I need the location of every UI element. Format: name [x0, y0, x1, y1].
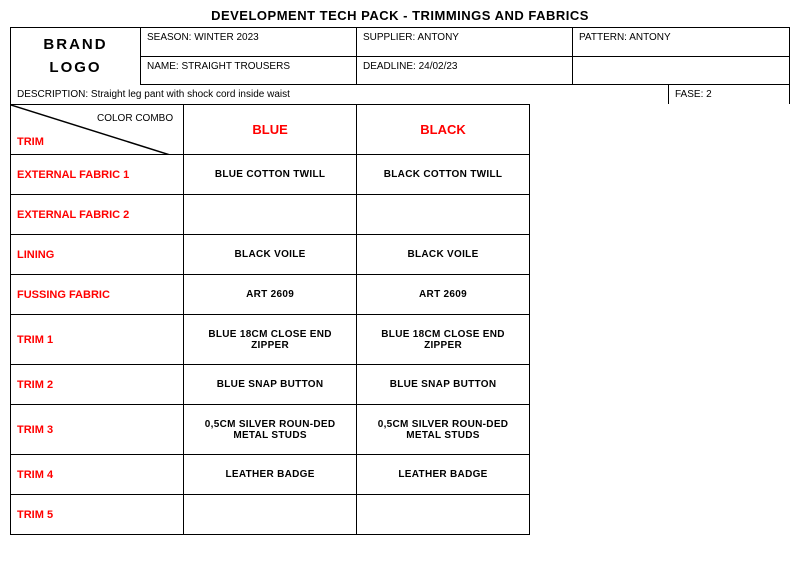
row-label-7: TRIM 4 [11, 455, 184, 495]
description-row: DESCRIPTION: Straight leg pant with shoc… [10, 85, 790, 104]
row-4-col-0: BLUE 18CM CLOSE END ZIPPER [184, 315, 357, 365]
col-header-blue: BLUE [184, 105, 357, 155]
pattern-cell: PATTERN: ANTONY [573, 28, 789, 57]
trim-label: TRIM [17, 136, 44, 148]
brand-logo: BRAND LOGO [11, 28, 141, 85]
name-cell: NAME: STRAIGHT TROUSERS [141, 57, 357, 86]
color-combo-label: COLOR COMBO [97, 113, 173, 124]
row-label-6: TRIM 3 [11, 405, 184, 455]
row-label-5: TRIM 2 [11, 365, 184, 405]
table-row: TRIM 1 BLUE 18CM CLOSE END ZIPPER BLUE 1… [11, 315, 530, 365]
row-7-col-0: LEATHER BADGE [184, 455, 357, 495]
description-cell: DESCRIPTION: Straight leg pant with shoc… [11, 85, 669, 104]
season-cell: SEASON: WINTER 2023 [141, 28, 357, 57]
table-row: TRIM 3 0,5CM SILVER ROUN-DED METAL STUDS… [11, 405, 530, 455]
row-label-3: FUSSING FABRIC [11, 275, 184, 315]
row-label-0: EXTERNAL FABRIC 1 [11, 155, 184, 195]
row-label-4: TRIM 1 [11, 315, 184, 365]
row-8-col-0 [184, 495, 357, 535]
row-1-col-0 [184, 195, 357, 235]
table-row: TRIM 4 LEATHER BADGE LEATHER BADGE [11, 455, 530, 495]
header-grid: BRAND LOGO SEASON: WINTER 2023 SUPPLIER:… [10, 27, 790, 85]
supplier-cell: SUPPLIER: ANTONY [357, 28, 573, 57]
row-8-col-1 [357, 495, 530, 535]
row-5-col-0: BLUE SNAP BUTTON [184, 365, 357, 405]
col-header-black: BLACK [357, 105, 530, 155]
row-label-1: EXTERNAL FABRIC 2 [11, 195, 184, 235]
table-header-row: COLOR COMBO TRIM BLUE BLACK [11, 105, 530, 155]
row-4-col-1: BLUE 18CM CLOSE END ZIPPER [357, 315, 530, 365]
deadline-cell: DEADLINE: 24/02/23 [357, 57, 573, 86]
row-label-8: TRIM 5 [11, 495, 184, 535]
row-0-col-1: BLACK COTTON TWILL [357, 155, 530, 195]
diagonal-header-cell: COLOR COMBO TRIM [11, 105, 184, 155]
row-0-col-0: BLUE COTTON TWILL [184, 155, 357, 195]
main-table: COLOR COMBO TRIM BLUE BLACK EXTERNAL FAB… [10, 104, 530, 535]
table-row: LINING BLACK VOILE BLACK VOILE [11, 235, 530, 275]
row-1-col-1 [357, 195, 530, 235]
page: DEVELOPMENT TECH PACK - TRIMMINGS AND FA… [0, 0, 800, 543]
fase-cell: FASE: 2 [669, 85, 789, 104]
row-3-col-1: ART 2609 [357, 275, 530, 315]
page-title: DEVELOPMENT TECH PACK - TRIMMINGS AND FA… [10, 8, 790, 23]
row-5-col-1: BLUE SNAP BUTTON [357, 365, 530, 405]
row-6-col-0: 0,5CM SILVER ROUN-DED METAL STUDS [184, 405, 357, 455]
empty-header-cell [573, 57, 789, 86]
table-row: FUSSING FABRIC ART 2609 ART 2609 [11, 275, 530, 315]
row-2-col-1: BLACK VOILE [357, 235, 530, 275]
table-row: EXTERNAL FABRIC 1 BLUE COTTON TWILL BLAC… [11, 155, 530, 195]
table-row: EXTERNAL FABRIC 2 [11, 195, 530, 235]
row-7-col-1: LEATHER BADGE [357, 455, 530, 495]
table-row: TRIM 2 BLUE SNAP BUTTON BLUE SNAP BUTTON [11, 365, 530, 405]
row-2-col-0: BLACK VOILE [184, 235, 357, 275]
table-row: TRIM 5 [11, 495, 530, 535]
row-3-col-0: ART 2609 [184, 275, 357, 315]
row-label-2: LINING [11, 235, 184, 275]
row-6-col-1: 0,5CM SILVER ROUN-DED METAL STUDS [357, 405, 530, 455]
